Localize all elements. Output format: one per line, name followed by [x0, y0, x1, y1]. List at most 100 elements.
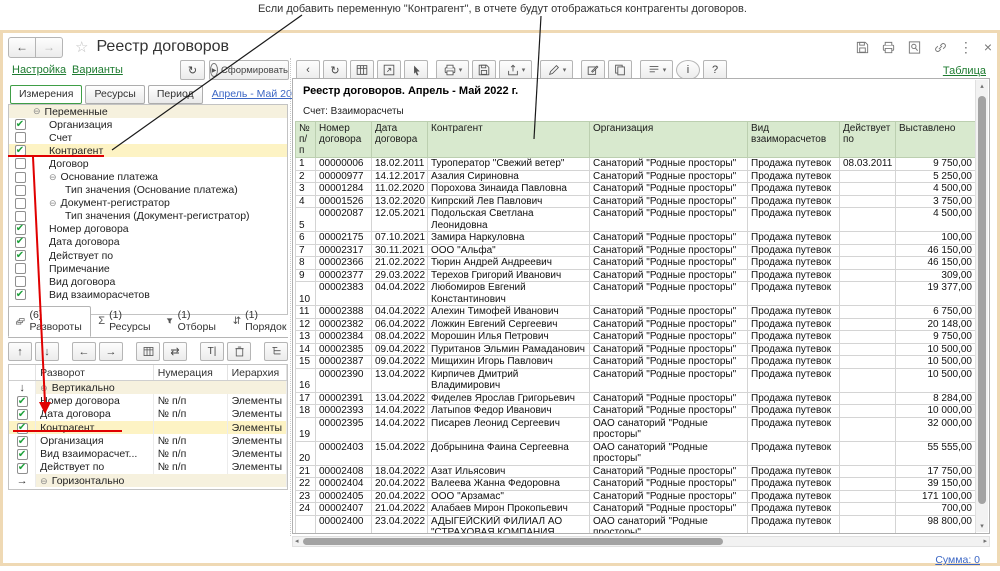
swap-button[interactable]: ⇄ [163, 342, 187, 361]
forward-button[interactable]: → [36, 37, 63, 58]
dimension-row[interactable]: ✔Номер договора [9, 223, 287, 236]
link-icon[interactable] [933, 40, 948, 55]
dimension-row[interactable]: ⊖Документ-регистратор [9, 197, 287, 210]
checkbox[interactable]: ✔ [15, 224, 26, 235]
dimension-row[interactable]: Вид договора [9, 275, 287, 288]
variants-link[interactable]: Варианты [72, 64, 123, 76]
dimension-row[interactable]: ✔Дата договора [9, 236, 287, 249]
clear-button[interactable] [227, 342, 251, 361]
report-row[interactable]: 130000238408.04.2022Морошин Илья Петрови… [296, 331, 976, 344]
tab-dimensions[interactable]: Измерения [10, 85, 82, 104]
move-up-button[interactable]: ↑ [8, 342, 32, 361]
tab-order[interactable]: ⇵ (1) Порядок [226, 306, 294, 337]
report-row[interactable]: 90000237729.03.2022Терехов Григорий Иван… [296, 269, 976, 282]
checkbox[interactable]: ✔ [17, 409, 28, 420]
dimension-row[interactable]: Тип значения (Основание платежа) [9, 184, 287, 197]
tab-resources-agg[interactable]: Σ (1) Ресурсы [91, 306, 157, 337]
report-row[interactable]: 30000128411.02.2020Порохова Зинаида Павл… [296, 183, 976, 196]
report-row[interactable]: 140000238509.04.2022Пуританов Эльмин Рам… [296, 343, 976, 356]
dimension-row[interactable]: Примечание [9, 262, 287, 275]
checkbox[interactable] [15, 198, 26, 209]
report-row[interactable]: 80000236621.02.2022Тюрин Андрей Андрееви… [296, 257, 976, 270]
collapse-icon[interactable]: ⊖ [33, 106, 41, 117]
dimension-row[interactable]: Тип значения (Документ-регистратор) [9, 210, 287, 223]
formatting-button[interactable]: ▾ [540, 60, 573, 80]
layout-row[interactable]: ✔Вид взаиморасчет...№ п/пЭлементы [9, 447, 287, 460]
preview-icon[interactable] [907, 40, 922, 55]
autofit-button[interactable] [377, 60, 401, 80]
report-row[interactable]: 160000239013.04.2022Кирпичев Дмитрий Вла… [296, 368, 976, 392]
table-settings-button[interactable] [350, 60, 374, 80]
checkbox[interactable] [15, 172, 26, 183]
dimension-row[interactable]: Договор [9, 157, 287, 170]
report-row[interactable]: 40000152613.02.2020Кипрский Лев Павлович… [296, 195, 976, 208]
checkbox[interactable]: ✔ [17, 396, 28, 407]
headers-button[interactable]: ▾ [640, 60, 673, 80]
report-row[interactable]: 70000231730.11.2021ООО "Альфа"Санаторий … [296, 244, 976, 257]
report-row[interactable]: 190000239514.04.2022Писарев Леонид Серге… [296, 417, 976, 441]
rename-button[interactable]: T| [200, 342, 224, 361]
export-button[interactable]: ▾ [499, 60, 532, 80]
collapse-icon[interactable]: ⊖ [49, 198, 57, 209]
checkbox[interactable]: ✔ [15, 289, 26, 300]
copy-button[interactable] [608, 60, 632, 80]
report-row[interactable]: 20000097714.12.2017Азалия СириновнаСанат… [296, 170, 976, 183]
collapse-icon[interactable]: ⊖ [49, 172, 57, 183]
checkbox[interactable] [15, 211, 26, 222]
dimension-row[interactable]: ✔Контрагент [9, 144, 287, 157]
help-button[interactable]: ? [703, 60, 727, 80]
scroll-right-icon[interactable]: ▸ [983, 537, 987, 546]
checkbox[interactable] [15, 276, 26, 287]
more-icon[interactable]: ⋮ [959, 40, 973, 54]
report-row[interactable]: 100000238304.04.2022Любомиров Евгений Ко… [296, 282, 976, 306]
report-row[interactable]: 170000239113.04.2022Фиделев Ярослав Григ… [296, 392, 976, 405]
edit-button[interactable] [581, 60, 605, 80]
report-row[interactable]: 60000217507.10.2021Замира НаркуловнаСана… [296, 232, 976, 245]
collapse-panel-button[interactable]: ‹ [296, 60, 320, 80]
back-button[interactable]: ← [8, 37, 36, 58]
settings-link[interactable]: Настройка [12, 64, 66, 76]
group-button[interactable] [136, 342, 160, 361]
collapse-icon[interactable]: ⊖ [40, 476, 48, 486]
refresh-settings-button[interactable]: ↻ [180, 60, 205, 80]
layout-row[interactable]: ✔Дата договора№ п/пЭлементы [9, 408, 287, 421]
report-row[interactable]: 220000240420.04.2022Валеева Жанна Федоро… [296, 478, 976, 491]
report-row[interactable]: 240000240721.04.2022Алабаев Мирон Прокоп… [296, 503, 976, 516]
scroll-left-icon[interactable]: ◂ [295, 537, 299, 546]
save-icon[interactable] [855, 40, 870, 55]
checkbox[interactable]: ✔ [15, 145, 26, 156]
checkbox[interactable]: ✔ [17, 463, 28, 474]
report-row[interactable]: 50000208712.05.2021Подольская Светлана Л… [296, 208, 976, 232]
move-left-button[interactable]: ← [72, 342, 96, 361]
layout-row[interactable]: →⊖Горизонтально [9, 474, 287, 487]
print-button[interactable]: ▾ [436, 60, 469, 80]
save-report-button[interactable] [472, 60, 496, 80]
dimension-row[interactable]: ⊖Основание платежа [9, 170, 287, 183]
checkbox[interactable]: ✔ [15, 237, 26, 248]
vertical-scrollbar[interactable]: ▴ ▾ [975, 80, 988, 532]
horizontal-scroll-thumb[interactable] [303, 538, 723, 545]
table-link[interactable]: Таблица [943, 65, 986, 77]
dimension-row[interactable]: ✔Действует по [9, 249, 287, 262]
report-row[interactable]: 180000239314.04.2022Латыпов Федор Иванов… [296, 405, 976, 418]
report-row[interactable]: 110000238804.04.2022Алехин Тимофей Ивано… [296, 306, 976, 319]
checkbox[interactable] [15, 185, 26, 196]
report-row[interactable]: 120000238206.04.2022Ложкин Евгений Серге… [296, 318, 976, 331]
report-row[interactable]: 150000238709.04.2022Мищихин Игорь Павлов… [296, 356, 976, 369]
favorite-star-icon[interactable]: ☆ [75, 38, 88, 56]
report-row[interactable]: 10000000618.02.2011Туроператор "Свежий в… [296, 158, 976, 171]
checkbox[interactable] [15, 263, 26, 274]
tab-filters[interactable]: (1) Отборы [158, 306, 226, 337]
dimension-row[interactable]: ✔Организация [9, 118, 287, 131]
refresh-report-button[interactable]: ↻ [323, 60, 347, 80]
layout-row[interactable]: ↓⊖Вертикально [9, 381, 287, 395]
report-row[interactable]: 230000240520.04.2022ООО "Арзамас"Санатор… [296, 490, 976, 503]
checkbox[interactable]: ✔ [17, 436, 28, 447]
tab-layouts[interactable]: (6) Развороты [8, 306, 91, 337]
collapse-icon[interactable]: ⊖ [40, 383, 48, 393]
layout-row[interactable]: ✔Организация№ п/пЭлементы [9, 434, 287, 447]
checkbox[interactable]: ✔ [17, 449, 28, 460]
info-button[interactable]: i [676, 60, 700, 80]
print-icon[interactable] [881, 40, 896, 55]
checkbox[interactable]: ✔ [15, 119, 26, 130]
